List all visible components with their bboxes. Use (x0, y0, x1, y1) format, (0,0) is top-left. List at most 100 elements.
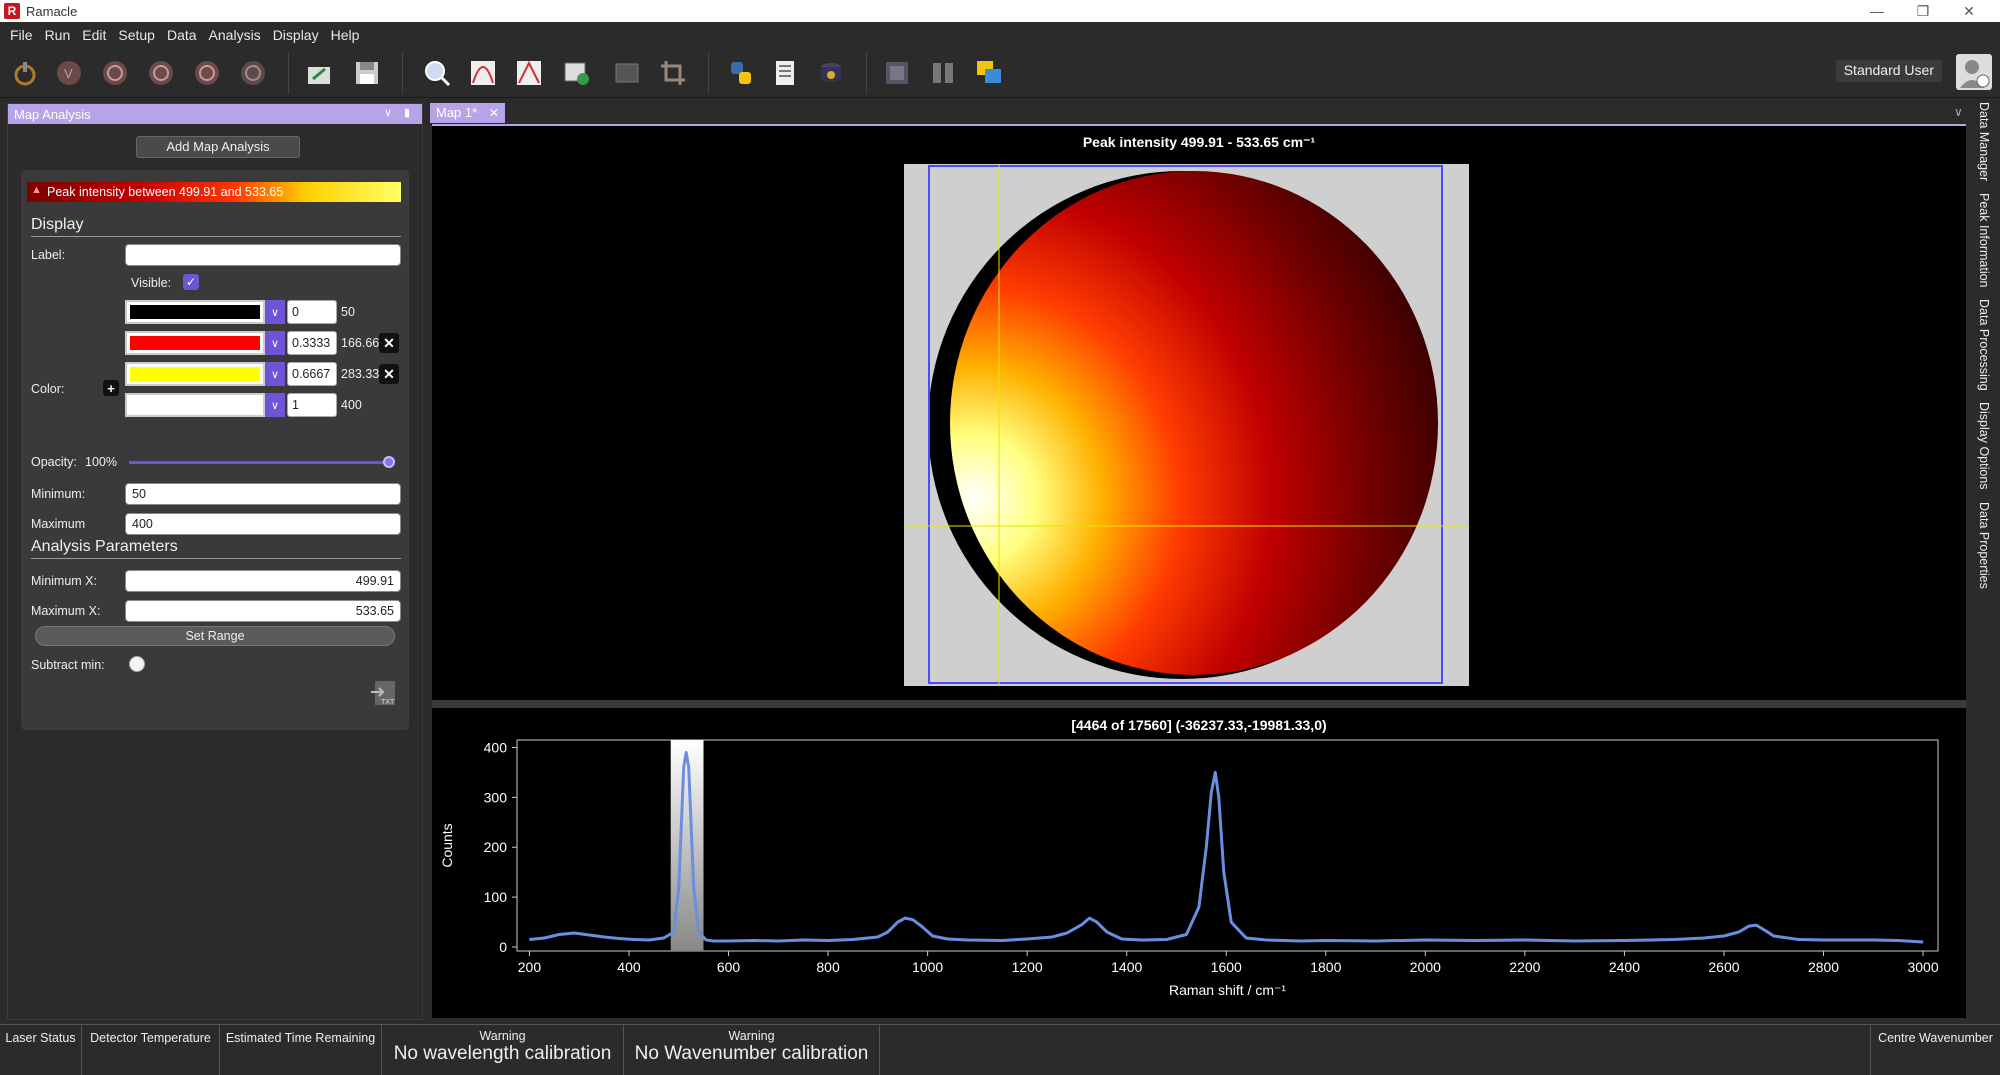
minimize-icon[interactable]: — (1854, 0, 1900, 22)
save-icon[interactable] (350, 56, 384, 90)
color-stop-swatch[interactable] (125, 393, 265, 417)
acquire-multiple-icon[interactable] (144, 56, 178, 90)
subtract-min-checkbox[interactable] (129, 656, 145, 672)
color-stop-swatch[interactable] (125, 362, 265, 386)
warning-title: Warning (728, 1029, 775, 1043)
user-avatar-icon[interactable] (1956, 54, 1992, 90)
min-x-input[interactable]: 499.91 (125, 570, 401, 592)
menu-bar: File Run Edit Setup Data Analysis Displa… (0, 22, 2000, 48)
color-stop-fill (130, 305, 260, 319)
acquire-map-icon[interactable] (190, 56, 224, 90)
color-stop-position-input[interactable]: 1 (287, 393, 337, 417)
acquire-grid-icon[interactable] (236, 56, 270, 90)
y-tick-label: 100 (484, 889, 508, 905)
menu-edit[interactable]: Edit (76, 27, 112, 43)
maximum-input[interactable]: 400 (125, 513, 401, 535)
color-dropdown-icon[interactable]: ∨ (265, 300, 285, 324)
color-stop-swatch[interactable] (125, 300, 265, 324)
add-map-analysis-button[interactable]: Add Map Analysis (136, 136, 300, 158)
acquire-live-icon[interactable] (98, 56, 132, 90)
tab-overflow-icon[interactable]: ∨ (1954, 105, 1963, 119)
layout-icon[interactable] (880, 56, 914, 90)
tab-map-1[interactable]: Map 1* ✕ (430, 103, 505, 123)
section-divider (31, 236, 401, 237)
tab-close-icon[interactable]: ✕ (489, 106, 499, 120)
zoom-icon[interactable] (420, 56, 454, 90)
side-tab-data-properties[interactable]: Data Properties (1968, 498, 2000, 592)
side-tab-data-processing[interactable]: Data Processing (1968, 296, 2000, 394)
tab-label: Map 1* (436, 105, 478, 120)
restore-icon[interactable]: ❐ (1900, 0, 1946, 22)
side-tab-data-manager[interactable]: Data Manager (1968, 102, 2000, 182)
side-tab-strip: Data Manager Peak Information Data Proce… (1968, 98, 2000, 1024)
python-icon[interactable] (724, 56, 758, 90)
maximum-label: Maximum (31, 517, 86, 531)
peak-fit-icon[interactable] (466, 56, 500, 90)
view-splitter[interactable] (432, 700, 1966, 708)
color-dropdown-icon[interactable]: ∨ (265, 393, 285, 417)
color-dropdown-icon[interactable]: ∨ (265, 331, 285, 355)
svg-text:V: V (64, 66, 73, 81)
menu-help[interactable]: Help (325, 27, 366, 43)
collapse-triangle-icon[interactable]: ▲ (31, 184, 42, 196)
report-icon[interactable] (768, 56, 802, 90)
color-stop-position-input[interactable]: 0 (287, 300, 337, 324)
x-tick-label: 2600 (1708, 959, 1739, 975)
analysis-parameters-title: Analysis Parameters (31, 538, 178, 555)
analysis-item[interactable]: ▲ Peak intensity between 499.91 and 533.… (27, 182, 401, 202)
detector-temperature: Detector Temperature (82, 1025, 220, 1075)
crop-icon[interactable] (656, 56, 690, 90)
toolbar-separator (402, 52, 403, 94)
user-name[interactable]: Standard User (1835, 60, 1942, 82)
map-image[interactable] (904, 164, 1469, 686)
color-stop-swatch[interactable] (125, 331, 265, 355)
database-search-icon[interactable] (814, 56, 848, 90)
panel-title: Map Analysis (14, 107, 91, 122)
label-input[interactable] (125, 244, 401, 266)
color-stop-value: 283.33 (341, 367, 380, 381)
table-check-icon[interactable] (560, 56, 594, 90)
spectrum-view[interactable]: [4464 of 17560] (-36237.33,-19981.33,0) … (432, 708, 1966, 1018)
menu-data[interactable]: Data (161, 27, 203, 43)
menu-display[interactable]: Display (267, 27, 325, 43)
menu-setup[interactable]: Setup (112, 27, 161, 43)
columns-icon[interactable] (926, 56, 960, 90)
side-tab-display-options[interactable]: Display Options (1968, 400, 2000, 492)
detector-temperature-label: Detector Temperature (90, 1031, 211, 1045)
panel-pin-icon[interactable]: ▮ (404, 106, 410, 119)
minimum-input[interactable]: 50 (125, 483, 401, 505)
side-tab-peak-information[interactable]: Peak Information (1968, 190, 2000, 290)
spectrum-chart[interactable]: 200 400 600 800 1000 1200 1400 1600 1800 2000 2200… (432, 708, 1966, 1018)
menu-analysis[interactable]: Analysis (203, 27, 267, 43)
visible-checkbox[interactable]: ✓ (183, 274, 199, 290)
remove-color-stop-icon[interactable]: ✕ (379, 333, 399, 353)
set-range-button[interactable]: Set Range (35, 626, 395, 646)
laser-icon[interactable] (8, 56, 42, 90)
opacity-slider-track[interactable] (129, 461, 389, 464)
map-view[interactable]: Peak intensity 499.91 - 533.65 cm⁻¹ (432, 124, 1966, 702)
color-stop-position-input[interactable]: 0.3333 (287, 331, 337, 355)
x-tick-label: 2200 (1509, 959, 1540, 975)
panel-dropdown-icon[interactable]: ∨ (384, 106, 392, 119)
max-x-label: Maximum X: (31, 604, 101, 618)
remove-color-stop-icon[interactable]: ✕ (379, 364, 399, 384)
color-stop-position-input[interactable]: 0.6667 (287, 362, 337, 386)
x-tick-label: 2000 (1410, 959, 1441, 975)
y-axis-label: Counts (439, 823, 455, 867)
close-icon[interactable]: ✕ (1946, 0, 1992, 22)
y-tick-label: 0 (499, 939, 507, 955)
color-dropdown-icon[interactable]: ∨ (265, 362, 285, 386)
acquire-single-icon[interactable]: V (52, 56, 86, 90)
x-tick-label: 1600 (1211, 959, 1242, 975)
window-swap-icon[interactable] (972, 56, 1006, 90)
spreadsheet-icon[interactable] (610, 56, 644, 90)
estimated-time-label: Estimated Time Remaining (225, 1031, 376, 1045)
opacity-slider-handle[interactable] (383, 456, 395, 468)
open-file-icon[interactable] (302, 56, 336, 90)
add-color-stop-icon[interactable]: + (103, 380, 119, 396)
menu-file[interactable]: File (4, 27, 39, 43)
menu-run[interactable]: Run (39, 27, 77, 43)
export-txt-icon[interactable]: TXT (369, 678, 399, 708)
baseline-icon[interactable] (512, 56, 546, 90)
max-x-input[interactable]: 533.65 (125, 600, 401, 622)
